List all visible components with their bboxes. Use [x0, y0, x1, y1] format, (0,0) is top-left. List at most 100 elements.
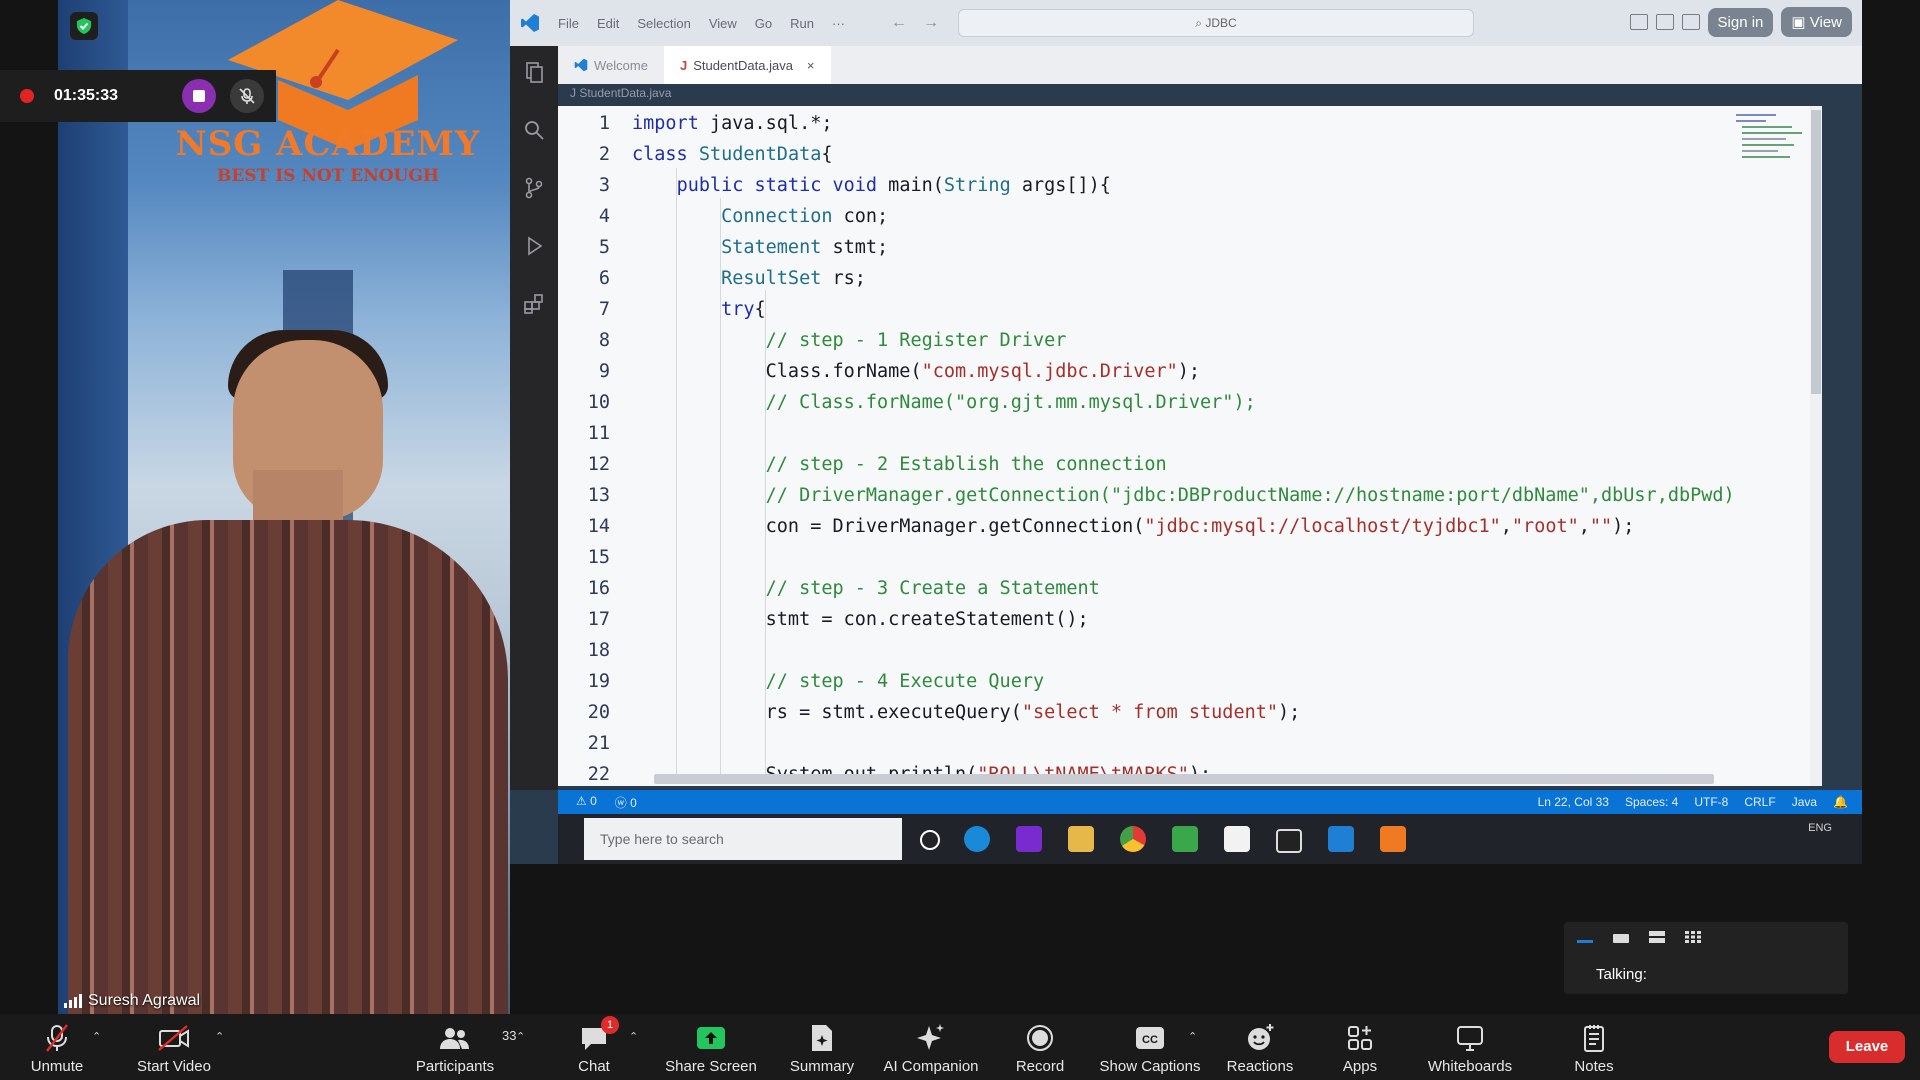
captions-options-caret[interactable]: ⌃	[1188, 1030, 1197, 1043]
minimap[interactable]	[1736, 112, 1806, 162]
window-app-icon[interactable]	[1276, 829, 1302, 853]
code-line[interactable]: 17 stmt = con.createStatement();	[558, 604, 1822, 635]
status-eol[interactable]: CRLF	[1744, 795, 1775, 809]
menu-edit[interactable]: Edit	[597, 16, 619, 31]
cortana-icon[interactable]	[920, 830, 940, 850]
vscode-taskbar-icon[interactable]	[1328, 826, 1354, 852]
leave-button[interactable]: Leave	[1829, 1031, 1905, 1063]
code-line[interactable]: 20 rs = stmt.executeQuery("select * from…	[558, 697, 1822, 728]
status-errors[interactable]: ⚠ 0	[576, 794, 597, 811]
bell-icon[interactable]: 🔔	[1833, 795, 1848, 809]
code-line[interactable]: 10 // Class.forName("org.gjt.mm.mysql.Dr…	[558, 387, 1822, 418]
toggle-sidebar-icon[interactable]	[1629, 14, 1648, 30]
record-button[interactable]: Record	[1010, 1014, 1070, 1080]
apps-button[interactable]: Apps	[1336, 1014, 1384, 1080]
file-explorer-icon[interactable]	[1068, 826, 1094, 852]
tab-welcome[interactable]: Welcome	[558, 46, 664, 84]
show-captions-button[interactable]: CC Show Captions	[1096, 1014, 1204, 1080]
whiteboards-button[interactable]: Whiteboards	[1420, 1014, 1520, 1080]
code-line[interactable]: 14 con = DriverManager.getConnection("jd…	[558, 511, 1822, 542]
extensions-icon[interactable]	[522, 292, 546, 316]
code-line[interactable]: 2 class StudentData{	[558, 139, 1822, 170]
explorer-icon[interactable]	[522, 60, 546, 84]
taskbar-search-input[interactable]: Type here to search	[584, 818, 902, 860]
zoom-view-button[interactable]: ▣ View	[1781, 7, 1852, 37]
status-position[interactable]: Ln 22, Col 33	[1538, 795, 1609, 809]
strip-view-icon[interactable]	[1648, 930, 1666, 944]
code-line[interactable]: 12 // step - 2 Establish the connection	[558, 449, 1822, 480]
close-icon[interactable]: ×	[807, 58, 815, 73]
edge-icon[interactable]	[964, 826, 990, 852]
code-line[interactable]: 8 // step - 1 Register Driver	[558, 325, 1822, 356]
menu-more[interactable]: ···	[832, 16, 845, 31]
chat-app-icon[interactable]	[1224, 826, 1250, 852]
participants-button[interactable]: 33 Participants	[412, 1014, 516, 1080]
code-line[interactable]: 15	[558, 542, 1822, 573]
participants-options-caret[interactable]: ⌃	[516, 1030, 525, 1043]
code-line[interactable]: 3 public static void main(String args[])…	[558, 170, 1822, 201]
code-line[interactable]: 16 // step - 3 Create a Statement	[558, 573, 1822, 604]
system-tray[interactable]: ENG	[1808, 822, 1832, 834]
apps-icon	[1348, 1026, 1372, 1050]
chat-button[interactable]: 1 Chat	[566, 1014, 622, 1080]
chat-options-caret[interactable]: ⌃	[629, 1030, 638, 1043]
video-options-caret[interactable]: ⌃	[215, 1030, 224, 1043]
status-spaces[interactable]: Spaces: 4	[1625, 795, 1678, 809]
command-center-search[interactable]: ⌕ JDBC	[958, 9, 1474, 37]
xampp-icon[interactable]	[1380, 826, 1406, 852]
menu-view[interactable]: View	[709, 16, 737, 31]
forward-arrow-icon[interactable]: →	[923, 14, 939, 32]
code-line[interactable]: 19 // step - 4 Execute Query	[558, 666, 1822, 697]
back-arrow-icon[interactable]: ←	[891, 14, 907, 32]
code-line[interactable]: 21	[558, 728, 1822, 759]
toggle-panel-icon[interactable]	[1655, 14, 1674, 30]
unmute-button[interactable]: Unmute	[24, 1014, 90, 1080]
code-line[interactable]: 9 Class.forName("com.mysql.jdbc.Driver")…	[558, 356, 1822, 387]
code-line[interactable]: 7 try{	[558, 294, 1822, 325]
share-screen-button[interactable]: Share Screen	[662, 1014, 760, 1080]
onenote-icon[interactable]	[1016, 826, 1042, 852]
audio-options-caret[interactable]: ⌃	[92, 1030, 101, 1043]
run-debug-icon[interactable]	[522, 234, 546, 258]
reactions-button[interactable]: Reactions	[1224, 1014, 1296, 1080]
menu-selection[interactable]: Selection	[637, 16, 690, 31]
start-video-button[interactable]: Start Video	[128, 1014, 220, 1080]
chrome-icon[interactable]	[1120, 826, 1146, 852]
source-control-icon[interactable]	[522, 176, 546, 200]
line-number: 7	[598, 299, 610, 320]
tab-studentdata[interactable]: J StudentData.java ×	[663, 46, 831, 84]
stop-recording-button[interactable]	[182, 79, 216, 113]
menu-file[interactable]: File	[558, 16, 579, 31]
notepad-plus-icon[interactable]	[1172, 826, 1198, 852]
code-editor[interactable]: 1 import java.sql.*; 2 class StudentData{3 …	[558, 106, 1822, 786]
code-line[interactable]: 5 Statement stmt;	[558, 232, 1822, 263]
speaker-view-icon[interactable]	[1612, 930, 1630, 944]
vertical-scrollbar[interactable]	[1810, 106, 1822, 786]
breadcrumb[interactable]: J StudentData.java	[570, 86, 671, 100]
menu-go[interactable]: Go	[755, 16, 772, 31]
summary-button[interactable]: Summary	[786, 1014, 858, 1080]
code-line[interactable]: 1 import java.sql.*;	[558, 108, 1822, 139]
horizontal-scrollbar[interactable]	[654, 774, 1714, 784]
code-line[interactable]: 13 // DriverManager.getConnection("jdbc:…	[558, 480, 1822, 511]
code-line[interactable]: 4 Connection con;	[558, 201, 1822, 232]
status-warnings[interactable]: ⓦ 0	[615, 794, 637, 811]
mute-recording-button[interactable]	[230, 79, 264, 113]
status-encoding[interactable]: UTF-8	[1694, 795, 1728, 809]
code-line[interactable]: 11	[558, 418, 1822, 449]
gallery-view-icon[interactable]	[1684, 930, 1702, 944]
minimize-view-icon[interactable]	[1576, 930, 1594, 944]
menu-run[interactable]: Run	[790, 16, 814, 31]
sign-in-button[interactable]: Sign in	[1707, 7, 1774, 37]
security-shield-icon[interactable]	[70, 12, 98, 40]
line-number: 5	[598, 237, 610, 258]
code-text: // DriverManager.getConnection("jdbc:DBP…	[765, 485, 1735, 506]
code-line[interactable]: 6 ResultSet rs;	[558, 263, 1822, 294]
notes-button[interactable]: Notes	[1566, 1014, 1622, 1080]
scroll-thumb[interactable]	[1811, 110, 1821, 394]
toggle-secondary-sidebar-icon[interactable]	[1681, 14, 1700, 30]
ai-companion-button[interactable]: AI Companion	[878, 1014, 984, 1080]
code-line[interactable]: 18	[558, 635, 1822, 666]
search-icon[interactable]	[522, 118, 546, 142]
status-language[interactable]: Java	[1792, 795, 1817, 809]
